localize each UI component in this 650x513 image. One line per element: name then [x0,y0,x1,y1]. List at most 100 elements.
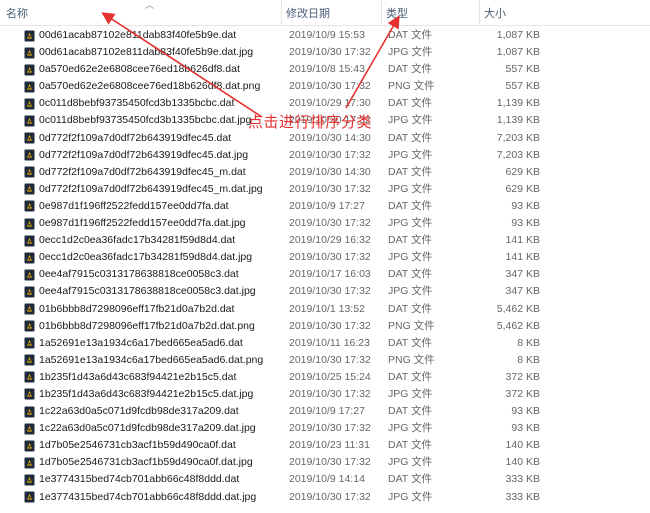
file-size: 141 KB [505,234,540,247]
file-type: DAT 文件 [388,439,432,452]
file-row[interactable]: 1e3774315bed74cb701abb66c48f8ddd.dat 2019… [0,471,650,488]
file-row[interactable]: 0d772f2f109a7d0df72b643919dfec45.dat.jpg… [0,147,650,164]
column-header-size[interactable]: 大小 [480,0,546,26]
file-icon [24,354,35,366]
file-icon [24,115,35,127]
file-row[interactable]: 1c22a63d0a5c071d9fcdb98de317a209.dat 2019… [0,403,650,420]
file-size: 140 KB [505,439,540,452]
file-date: 2019/10/29 17:30 [289,97,371,110]
file-size: 7,203 KB [496,131,540,144]
file-size: 93 KB [511,405,540,418]
file-name: 0ee4af7915c0313178638818ce0058c3.dat [39,268,239,281]
file-row[interactable]: 01b6bbb8d7298096eff17fb21d0a7b2d.dat 2019… [0,301,650,318]
file-name: 01b6bbb8d7298096eff17fb21d0a7b2d.dat.png [39,319,255,332]
file-type: PNG 文件 [388,353,435,366]
file-date: 2019/10/30 14:30 [289,131,371,144]
file-date: 2019/10/30 17:32 [289,353,371,366]
file-date: 2019/10/25 15:24 [289,370,371,383]
file-date: 2019/10/23 11:31 [289,439,370,452]
file-date: 2019/10/29 16:32 [289,234,371,247]
file-icon [24,200,35,212]
file-row[interactable]: 1b235f1d43a6d43c683f94421e2b15c5.dat 2019… [0,369,650,386]
file-date: 2019/10/30 17:32 [289,422,371,435]
file-icon [24,218,35,230]
file-row[interactable]: 0ee4af7915c0313178638818ce0058c3.dat.jpg… [0,283,650,300]
file-icon [24,47,35,59]
file-name: 0e987d1f196ff2522fedd157ee0dd7fa.dat.jpg [39,217,246,230]
file-icon [24,166,35,178]
file-list: 00d61acab87102e811dab83f40fe5b9e.dat 2019… [0,27,650,506]
file-type: JPG 文件 [388,422,433,435]
file-icon [24,491,35,503]
file-icon [24,440,35,452]
file-name: 1d7b05e2546731cb3acf1b59d490ca0f.dat.jpg [39,456,253,469]
file-row[interactable]: 1a52691e13a1934c6a17bed665ea5ad6.dat 2019… [0,335,650,352]
file-row[interactable]: 1c22a63d0a5c071d9fcdb98de317a209.dat.jpg… [0,420,650,437]
file-size: 5,462 KB [496,302,540,315]
file-size: 1,139 KB [496,97,540,110]
file-icon [24,423,35,435]
file-icon [24,183,35,195]
file-name: 0d772f2f109a7d0df72b643919dfec45_m.dat [39,165,246,178]
file-row[interactable]: 1b235f1d43a6d43c683f94421e2b15c5.dat.jpg… [0,386,650,403]
file-icon [24,132,35,144]
file-icon [24,252,35,264]
file-row[interactable]: 0ecc1d2c0ea36fadc17b34281f59d8d4.dat 2019… [0,232,650,249]
file-date: 2019/10/30 17:32 [289,319,371,332]
file-row[interactable]: 1e3774315bed74cb701abb66c48f8ddd.dat.jpg… [0,489,650,506]
file-size: 93 KB [511,422,540,435]
file-row[interactable]: 0c011d8bebf93735450fcd3b1335bcbc.dat 2019… [0,95,650,112]
file-size: 1,087 KB [496,29,540,41]
file-icon [24,406,35,418]
file-type: JPG 文件 [388,251,433,264]
file-icon [24,286,35,298]
column-header-date[interactable]: 修改日期 [282,0,382,26]
file-size: 93 KB [511,199,540,212]
file-row[interactable]: 0a570ed62e2e6808cee76ed18b626df8.dat.png… [0,78,650,95]
file-date: 2019/10/30 17:32 [289,387,371,400]
file-type: JPG 文件 [388,217,433,230]
column-header-name[interactable]: 名称 [0,0,282,26]
file-size: 1,139 KB [496,114,540,127]
file-type: JPG 文件 [388,114,433,127]
file-row[interactable]: 0a570ed62e2e6808cee76ed18b626df8.dat 2019… [0,61,650,78]
file-icon [24,64,35,76]
file-row[interactable]: 0ecc1d2c0ea36fadc17b34281f59d8d4.dat.jpg… [0,249,650,266]
file-type: JPG 文件 [388,456,433,469]
file-row[interactable]: 0d772f2f109a7d0df72b643919dfec45_m.dat 20… [0,164,650,181]
file-row[interactable]: 0e987d1f196ff2522fedd157ee0dd7fa.dat 2019… [0,198,650,215]
file-type: DAT 文件 [388,63,432,76]
file-row[interactable]: 1d7b05e2546731cb3acf1b59d490ca0f.dat.jpg… [0,454,650,471]
file-icon [24,337,35,349]
file-date: 2019/10/9 15:53 [289,29,365,41]
file-size: 347 KB [505,285,540,298]
file-date: 2019/10/30 17:32 [289,490,371,503]
file-row[interactable]: 01b6bbb8d7298096eff17fb21d0a7b2d.dat.png… [0,318,650,335]
file-type: DAT 文件 [388,336,432,349]
file-icon [24,235,35,247]
file-type: DAT 文件 [388,199,432,212]
file-name: 1c22a63d0a5c071d9fcdb98de317a209.dat [39,405,239,418]
file-type: JPG 文件 [388,285,433,298]
column-header-type[interactable]: 类型 [382,0,480,26]
file-icon [24,98,35,110]
file-date: 2019/10/17 16:03 [289,268,371,281]
file-row[interactable]: 00d61acab87102e811dab83f40fe5b9e.dat.jpg… [0,44,650,61]
file-size: 1,087 KB [496,46,540,59]
file-date: 2019/10/9 17:27 [289,405,365,418]
file-name: 0d772f2f109a7d0df72b643919dfec45.dat.jpg [39,148,249,161]
file-size: 372 KB [505,387,540,400]
file-row[interactable]: 0ee4af7915c0313178638818ce0058c3.dat 2019… [0,266,650,283]
file-type: DAT 文件 [388,97,432,110]
file-type: DAT 文件 [388,131,432,144]
file-row[interactable]: 0d772f2f109a7d0df72b643919dfec45_m.dat.j… [0,181,650,198]
file-size: 347 KB [505,268,540,281]
file-row[interactable]: 1a52691e13a1934c6a17bed665ea5ad6.dat.png… [0,352,650,369]
file-row[interactable]: 0d772f2f109a7d0df72b643919dfec45.dat 2019… [0,130,650,147]
file-date: 2019/10/30 17:32 [289,46,371,59]
file-row[interactable]: 0e987d1f196ff2522fedd157ee0dd7fa.dat.jpg… [0,215,650,232]
file-size: 333 KB [505,490,540,503]
file-row[interactable]: 00d61acab87102e811dab83f40fe5b9e.dat 2019… [0,27,650,44]
file-row[interactable]: 1d7b05e2546731cb3acf1b59d490ca0f.dat 2019… [0,437,650,454]
file-icon [24,149,35,161]
